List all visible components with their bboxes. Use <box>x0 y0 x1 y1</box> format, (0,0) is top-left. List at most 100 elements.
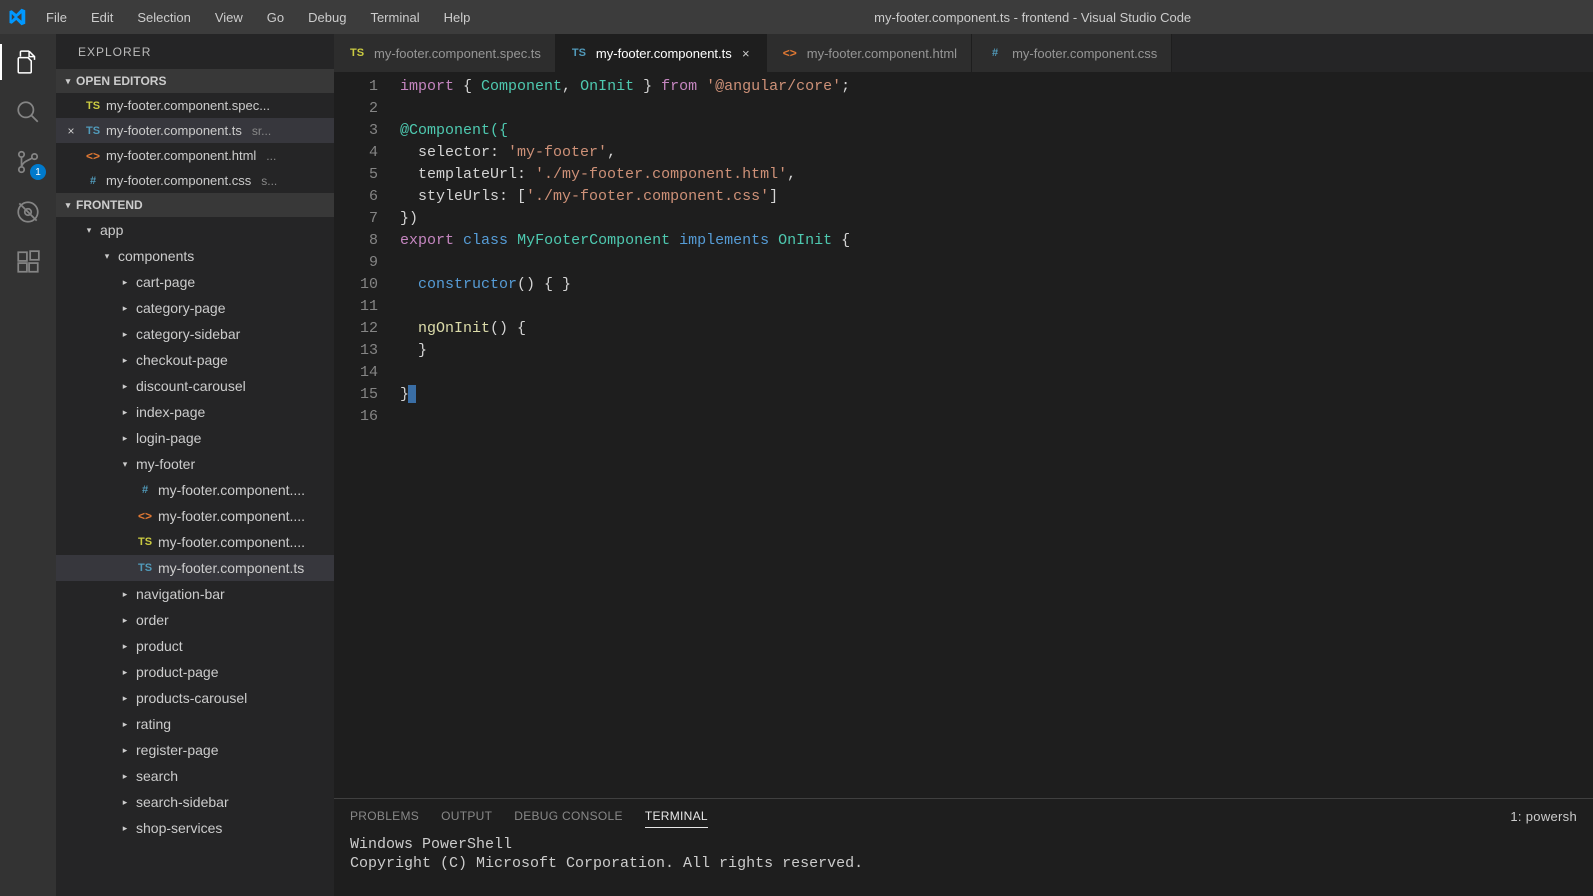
line-number: 2 <box>334 98 400 120</box>
open-editor-item[interactable]: TS my-footer.component.spec... <box>56 93 334 118</box>
tree-folder[interactable]: ▾app <box>56 217 334 243</box>
file-name: my-footer.component.spec... <box>106 98 270 113</box>
tab-label: my-footer.component.html <box>807 46 957 61</box>
ts-file-icon: TS <box>84 125 102 137</box>
tree-label: checkout-page <box>136 352 228 368</box>
file-name: my-footer.component.css <box>106 173 251 188</box>
titlebar: FileEditSelectionViewGoDebugTerminalHelp… <box>0 0 1593 34</box>
tree-folder[interactable]: ▸search <box>56 763 334 789</box>
explorer-sidebar: EXPLORER ▾ OPEN EDITORS TSmy-footer.comp… <box>56 34 334 896</box>
ts-file-icon: TS <box>136 562 154 574</box>
menu-debug[interactable]: Debug <box>298 4 356 31</box>
open-editors-header[interactable]: ▾ OPEN EDITORS <box>56 69 334 93</box>
tree-file[interactable]: <>my-footer.component.... <box>56 503 334 529</box>
open-editor-item[interactable]: ×TSmy-footer.component.tssr... <box>56 118 334 143</box>
extensions-icon[interactable] <box>14 248 42 276</box>
close-icon[interactable]: × <box>740 46 752 61</box>
tree-folder[interactable]: ▸discount-carousel <box>56 373 334 399</box>
tree-folder[interactable]: ▸login-page <box>56 425 334 451</box>
tree-folder[interactable]: ▸index-page <box>56 399 334 425</box>
editor-tab[interactable]: <>my-footer.component.html <box>767 34 972 72</box>
panel-tab-terminal[interactable]: TERMINAL <box>645 805 708 828</box>
tree-folder[interactable]: ▸register-page <box>56 737 334 763</box>
line-number: 4 <box>334 142 400 164</box>
tree-folder[interactable]: ▾components <box>56 243 334 269</box>
tree-label: my-footer <box>136 456 195 472</box>
menu-terminal[interactable]: Terminal <box>360 4 429 31</box>
chevron-right-icon: ▸ <box>118 797 132 808</box>
tree-folder[interactable]: ▸shop-services <box>56 815 334 841</box>
line-number: 7 <box>334 208 400 230</box>
panel-tab-problems[interactable]: PROBLEMS <box>350 805 419 827</box>
menu-help[interactable]: Help <box>434 4 481 31</box>
tree-folder[interactable]: ▸order <box>56 607 334 633</box>
editor-tab[interactable]: TSmy-footer.component.ts× <box>556 34 767 72</box>
menu-go[interactable]: Go <box>257 4 294 31</box>
activity-bar: 1 <box>0 34 56 896</box>
chevron-down-icon: ▾ <box>60 200 76 211</box>
editor-tab[interactable]: TSmy-footer.component.spec.ts <box>334 34 556 72</box>
window-title: my-footer.component.ts - frontend - Visu… <box>480 10 1585 25</box>
tree-folder[interactable]: ▸ rating <box>56 711 334 737</box>
tree-folder[interactable]: ▸products-carousel <box>56 685 334 711</box>
tree-folder[interactable]: ▸product-page <box>56 659 334 685</box>
menu-selection[interactable]: Selection <box>127 4 200 31</box>
tree-label: components <box>118 248 194 264</box>
menu-file[interactable]: File <box>36 4 77 31</box>
terminal-output[interactable]: Windows PowerShell Copyright (C) Microso… <box>334 833 1593 896</box>
chevron-right-icon: ▸ <box>118 329 132 340</box>
tree-folder[interactable]: ▸navigation-bar <box>56 581 334 607</box>
chevron-down-icon: ▾ <box>118 459 132 470</box>
editor-area: TSmy-footer.component.spec.tsTSmy-footer… <box>334 34 1593 896</box>
tree-folder[interactable]: ▸category-sidebar <box>56 321 334 347</box>
line-number: 9 <box>334 252 400 274</box>
tree-file[interactable]: TSmy-footer.component.... <box>56 529 334 555</box>
chevron-right-icon: ▸ <box>118 589 132 600</box>
tree-folder[interactable]: ▸category-page <box>56 295 334 321</box>
line-number: 3 <box>334 120 400 142</box>
tree-label: order <box>136 612 169 628</box>
search-icon[interactable] <box>14 98 42 126</box>
sidebar-title: EXPLORER <box>56 34 334 69</box>
open-editor-item[interactable]: #my-footer.component.csss... <box>56 168 334 193</box>
menu-edit[interactable]: Edit <box>81 4 123 31</box>
chevron-right-icon: ▸ <box>118 745 132 756</box>
tree-label: cart-page <box>136 274 195 290</box>
tree-folder[interactable]: ▸ checkout-page <box>56 347 334 373</box>
tsspec-file-icon: TS <box>84 100 102 112</box>
chevron-right-icon: ▸ <box>118 407 132 418</box>
close-icon[interactable]: × <box>62 124 80 138</box>
terminal-selector[interactable]: 1: powersh <box>1510 809 1577 824</box>
tree-file[interactable]: #my-footer.component.... <box>56 477 334 503</box>
tree-folder[interactable]: ▾ my-footer <box>56 451 334 477</box>
html-file-icon: <> <box>136 509 154 523</box>
line-number: 14 <box>334 362 400 384</box>
tab-label: my-footer.component.css <box>1012 46 1157 61</box>
chevron-right-icon: ▸ <box>118 693 132 704</box>
tsspec-file-icon: TS <box>348 47 366 59</box>
panel-tab-debug-console[interactable]: DEBUG CONSOLE <box>514 805 623 827</box>
code-editor[interactable]: import { Component, OnInit } from '@angu… <box>400 72 1593 798</box>
css-file-icon: # <box>84 175 102 187</box>
menu-view[interactable]: View <box>205 4 253 31</box>
source-control-icon[interactable]: 1 <box>14 148 42 176</box>
project-header[interactable]: ▾ FRONTEND <box>56 193 334 217</box>
panel-tab-output[interactable]: OUTPUT <box>441 805 492 827</box>
editor-tab[interactable]: # my-footer.component.css <box>972 34 1172 72</box>
css-file-icon: # <box>986 47 1004 59</box>
line-number: 6 <box>334 186 400 208</box>
debug-icon[interactable] <box>14 198 42 226</box>
chevron-down-icon: ▾ <box>60 76 76 87</box>
tree-folder[interactable]: ▸cart-page <box>56 269 334 295</box>
chevron-right-icon: ▸ <box>118 355 132 366</box>
chevron-right-icon: ▸ <box>118 719 132 730</box>
tree-label: search-sidebar <box>136 794 229 810</box>
tree-folder[interactable]: ▸ search-sidebar <box>56 789 334 815</box>
tree-label: product <box>136 638 183 654</box>
tree-label: app <box>100 222 123 238</box>
explorer-icon[interactable] <box>14 48 42 76</box>
tree-label: rating <box>136 716 171 732</box>
tree-folder[interactable]: ▸product <box>56 633 334 659</box>
tree-file[interactable]: TSmy-footer.component.ts <box>56 555 334 581</box>
open-editor-item[interactable]: <>my-footer.component.html... <box>56 143 334 168</box>
